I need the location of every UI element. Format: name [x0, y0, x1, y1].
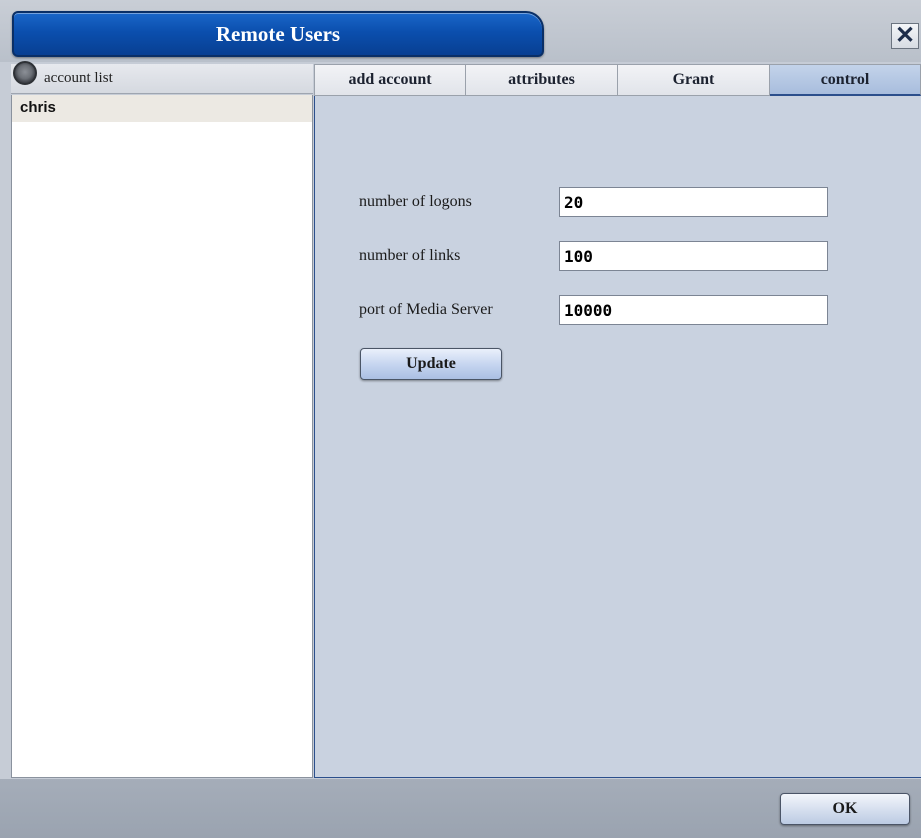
ok-button[interactable]: OK: [780, 793, 910, 825]
footer-bar: OK: [0, 779, 921, 838]
window-title: Remote Users: [12, 11, 544, 57]
update-button[interactable]: Update: [360, 348, 502, 380]
media-port-input[interactable]: [559, 295, 828, 325]
account-list[interactable]: chris: [11, 95, 313, 778]
tab-add-account[interactable]: add account: [314, 64, 466, 96]
close-icon: ✕: [894, 22, 916, 49]
account-list-label: account list: [44, 70, 113, 86]
links-input[interactable]: [559, 241, 828, 271]
logons-label: number of logons: [359, 193, 472, 210]
media-port-label: port of Media Server: [359, 301, 493, 318]
account-list-header: account list: [11, 61, 313, 94]
tab-grant[interactable]: Grant: [618, 64, 770, 96]
close-button[interactable]: ✕: [891, 23, 919, 49]
tab-attributes[interactable]: attributes: [466, 64, 618, 96]
list-item[interactable]: chris: [12, 95, 312, 122]
links-label: number of links: [359, 247, 461, 264]
tab-control[interactable]: control: [770, 64, 921, 96]
control-panel: number of logons number of links port of…: [314, 96, 921, 778]
tab-bar: add account attributes Grant control: [314, 64, 921, 96]
title-bar: Remote Users ✕: [0, 0, 921, 62]
logons-input[interactable]: [559, 187, 828, 217]
radio-icon: [13, 61, 37, 85]
